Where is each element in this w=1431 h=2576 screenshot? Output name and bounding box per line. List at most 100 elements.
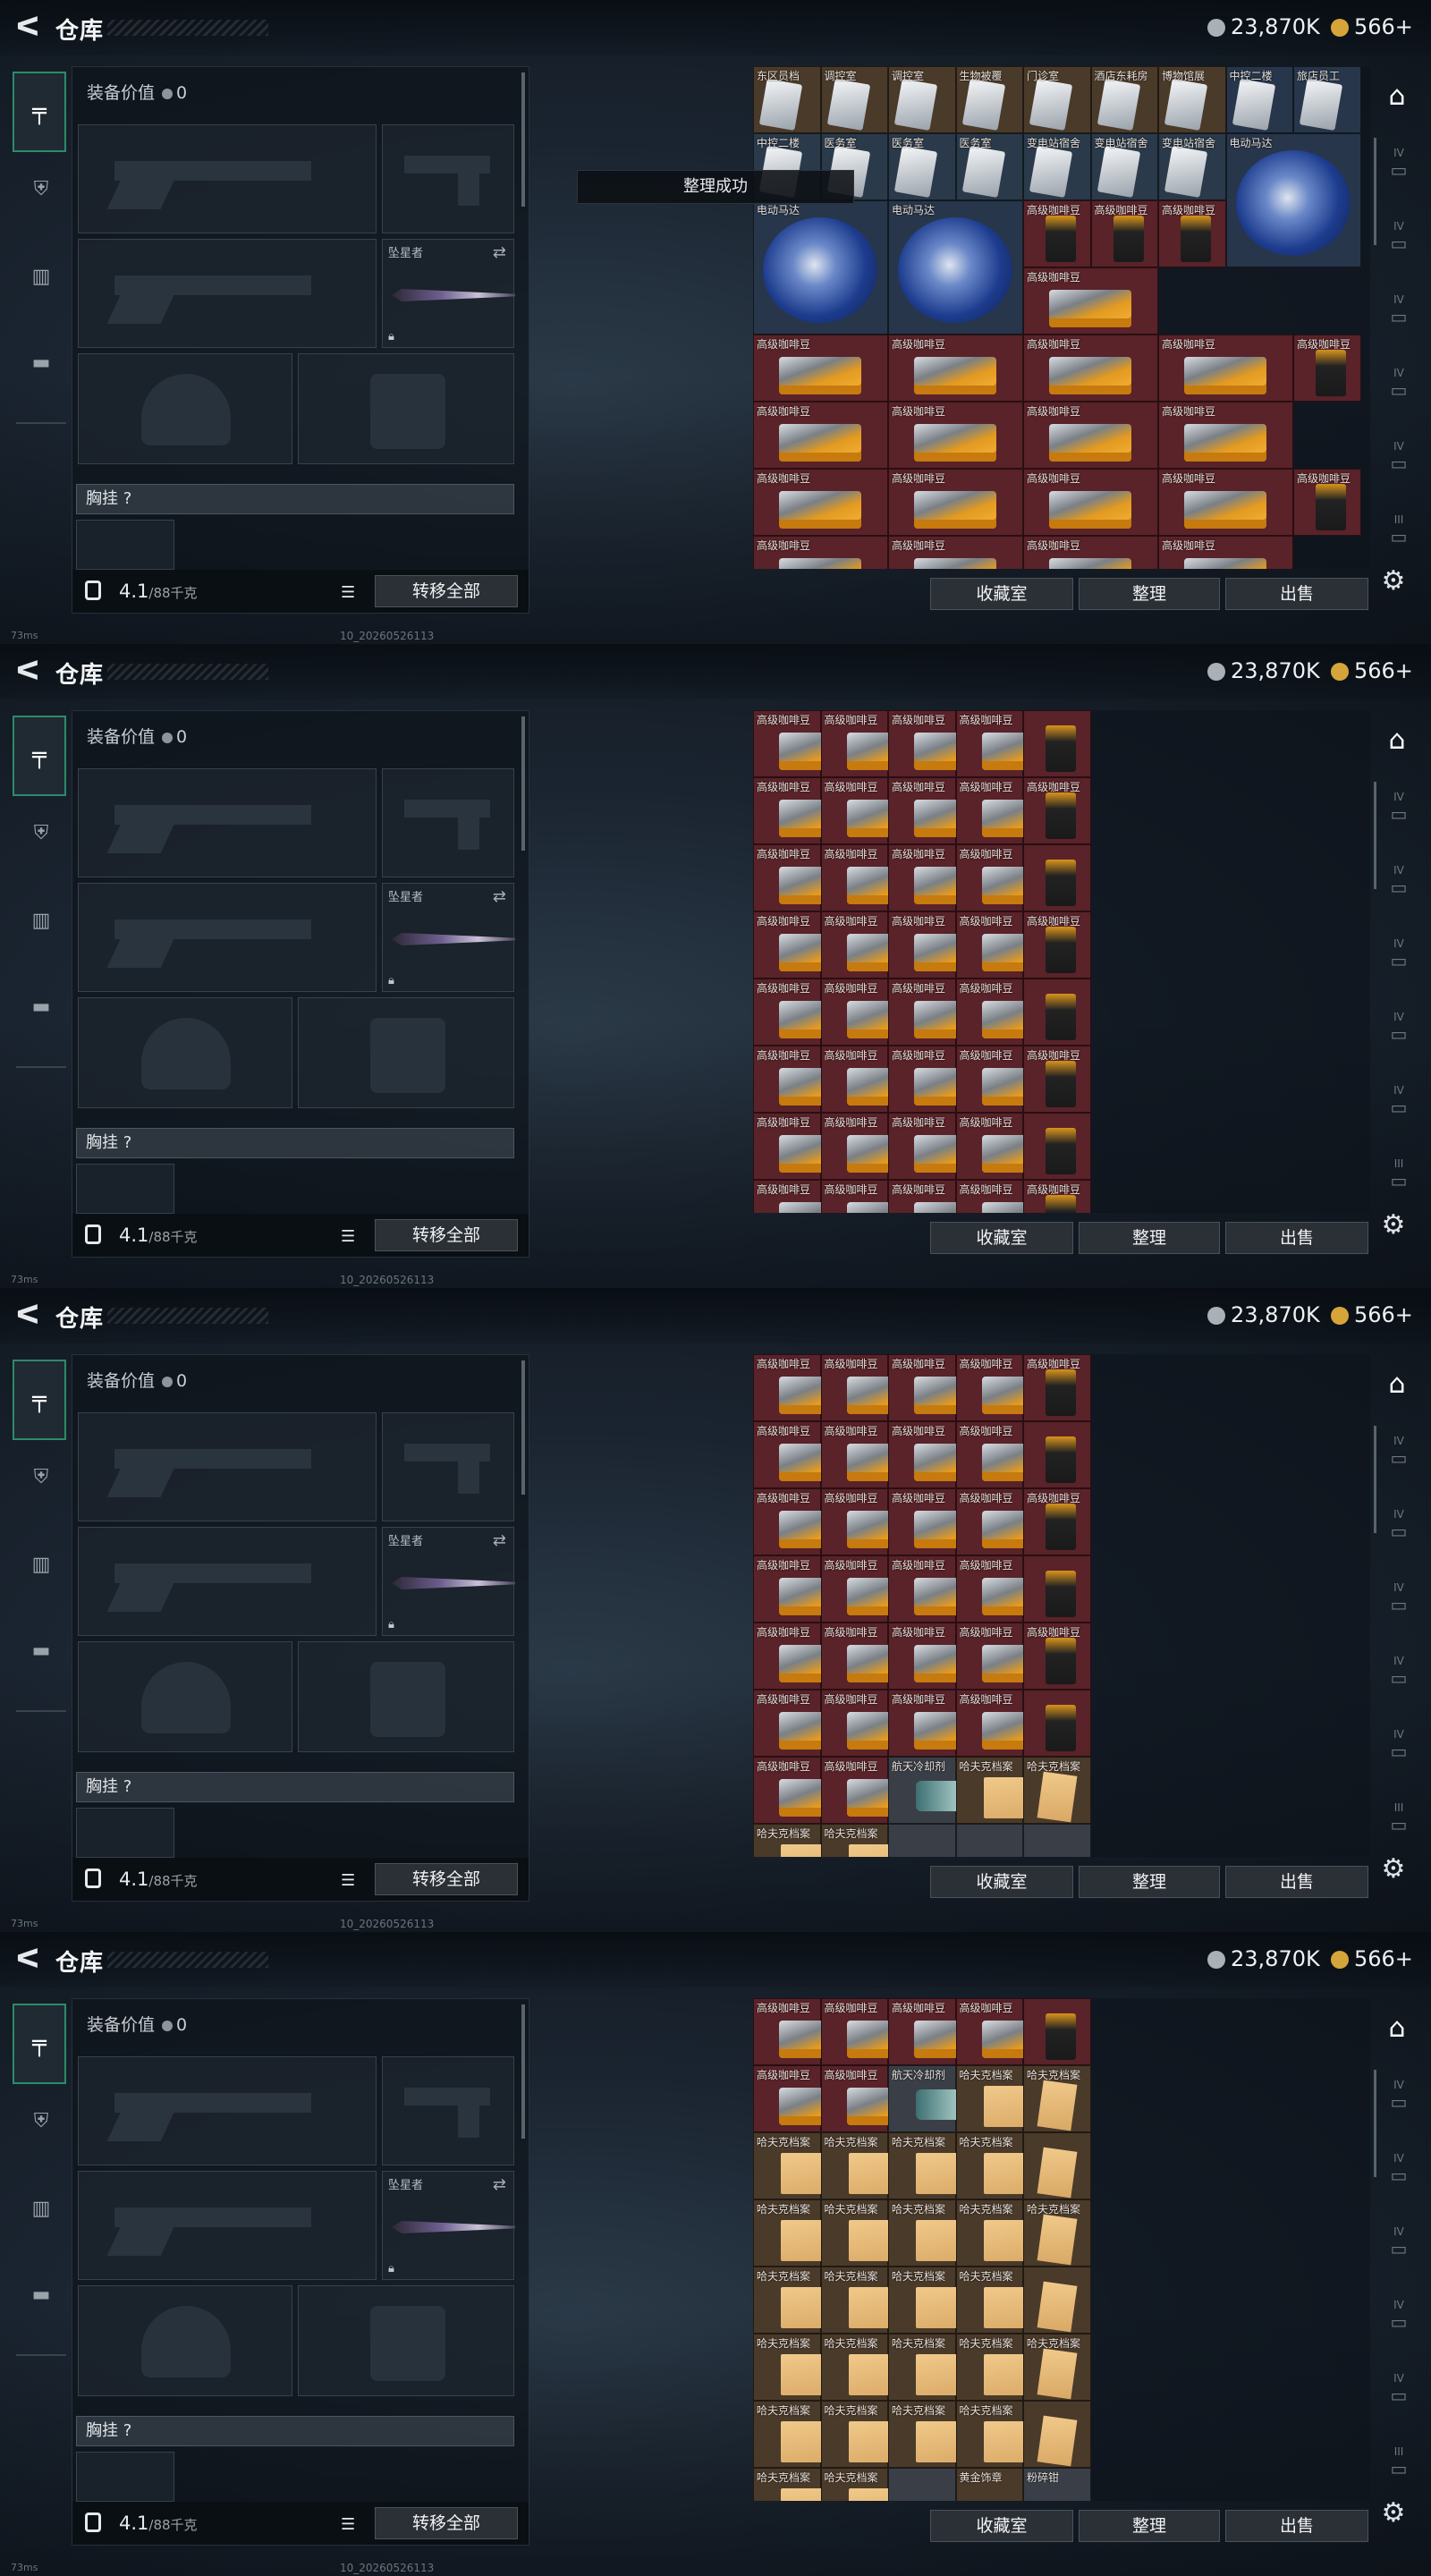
stash-item[interactable]: 高级咖啡豆 [753, 469, 888, 536]
stash-item[interactable]: 高级咖啡豆 [753, 1623, 861, 1690]
stash-item[interactable]: 高级咖啡豆 [955, 911, 1064, 979]
sidebar-container-tab[interactable]: III ▭ [1377, 1801, 1420, 1841]
stash-item[interactable]: 变电站宿舍 [1158, 133, 1226, 200]
stash-item[interactable]: 高级咖啡豆 [753, 1757, 861, 1824]
nav-vest-icon[interactable]: ▥ [18, 898, 64, 945]
sidebar-container-tab[interactable]: IV ▭ [1377, 1435, 1420, 1474]
help-icon[interactable]: ? [123, 489, 132, 508]
stash-item[interactable]: 酒店东耗房 [1090, 66, 1158, 133]
settings-gear-icon[interactable]: ⚙ [1377, 565, 1410, 597]
stash-item[interactable]: 高级咖啡豆 [888, 1623, 996, 1690]
stash-item[interactable]: 高级咖啡豆 [888, 979, 996, 1046]
stash-item[interactable]: 哈夫克档案 [820, 2468, 927, 2501]
collection-room-button[interactable]: 收藏室 [930, 2510, 1073, 2542]
secondary-weapon-slot[interactable] [78, 239, 377, 348]
sidebar-container-tab[interactable]: IV ▭ [1377, 1581, 1420, 1621]
settings-gear-icon[interactable]: ⚙ [1377, 1853, 1410, 1885]
stash-item[interactable]: 高级咖啡豆 [1158, 335, 1293, 402]
primary-weapon-slot[interactable] [78, 2056, 377, 2165]
stash-scrollbar[interactable] [1374, 1426, 1376, 1533]
chest-rig-header[interactable]: 胸挂 ? [76, 1128, 514, 1158]
melee-slot[interactable]: 坠星者 ⇄ 🔒︎ [382, 2171, 515, 2280]
stash-item[interactable]: 高级咖啡豆 [955, 1555, 1064, 1623]
stash-item[interactable]: 高级咖啡豆 [820, 1488, 929, 1555]
stash-item[interactable]: 高级咖啡豆 [955, 1046, 1064, 1113]
equipment-scrollbar[interactable] [521, 1360, 525, 1495]
stash-item[interactable]: 哈夫克档案 [955, 1757, 1063, 1824]
sell-button[interactable]: 出售 [1225, 1222, 1368, 1254]
stash-item[interactable]: 哈夫克档案 [888, 2199, 995, 2267]
chest-rig-header[interactable]: 胸挂 ? [76, 1772, 514, 1802]
swap-icon[interactable]: ⇄ [493, 2175, 506, 2194]
nav-armor-icon[interactable]: ⛨ [18, 166, 64, 213]
stash-item[interactable]: 高级咖啡豆 [753, 777, 861, 844]
stash-item[interactable]: 高级咖啡豆 [888, 844, 996, 911]
stash-item[interactable]: 电动马达 [1225, 133, 1361, 267]
chest-rig-slot[interactable] [76, 2452, 174, 2502]
stash-item[interactable]: 高级咖啡豆 [955, 1180, 1064, 1213]
stash-item[interactable]: 粉碎钳 [1023, 2468, 1091, 2501]
stash-item[interactable]: 哈夫克档案 [955, 2267, 1063, 2334]
back-arrow-icon[interactable]: ᐸ [13, 657, 43, 687]
nav-weapons-icon[interactable]: ╤ [13, 2004, 66, 2084]
gold-currency[interactable]: 566+ [1331, 1946, 1413, 1971]
stash-item[interactable]: 高级咖啡豆 [1023, 267, 1158, 335]
stash-item[interactable]: 高级咖啡豆 [753, 2065, 861, 2132]
chest-rig-slot[interactable] [76, 1164, 174, 1214]
stash-item[interactable]: 高级咖啡豆 [1158, 402, 1293, 469]
stash-item[interactable]: 医务室 [888, 133, 956, 200]
stash-item[interactable] [1023, 844, 1091, 911]
stash-item[interactable]: 高级咖啡豆 [888, 1180, 996, 1213]
stash-item[interactable]: 门诊室 [1023, 66, 1091, 133]
stash-item[interactable] [955, 1824, 1023, 1857]
stash-item[interactable]: 高级咖啡豆 [955, 1113, 1064, 1180]
stash-item[interactable]: 哈夫克档案 [955, 2199, 1063, 2267]
armor-slot[interactable] [298, 2285, 514, 2396]
primary-weapon-slot[interactable] [78, 124, 377, 233]
stash-item[interactable]: 高级咖啡豆 [955, 979, 1064, 1046]
nav-case-icon[interactable]: ▬ [18, 340, 64, 386]
sidebar-container-tab[interactable]: IV ▭ [1377, 1011, 1420, 1050]
back-arrow-icon[interactable]: ᐸ [13, 1945, 43, 1975]
stash-item[interactable]: 哈夫克档案 [1023, 2199, 1091, 2267]
stash-item[interactable] [888, 2468, 956, 2501]
gold-currency[interactable]: 566+ [1331, 1302, 1413, 1327]
stash-item[interactable]: 电动马达 [888, 200, 1023, 335]
stash-item[interactable]: 高级咖啡豆 [820, 1623, 929, 1690]
stash-item[interactable]: 高级咖啡豆 [1023, 402, 1158, 469]
stash-item[interactable]: 高级咖啡豆 [753, 1998, 861, 2065]
stash-item[interactable]: 高级咖啡豆 [820, 1421, 929, 1488]
equipment-scrollbar[interactable] [521, 72, 525, 207]
sidebar-container-tab[interactable]: IV ▭ [1377, 2079, 1420, 2118]
stash-item[interactable]: 高级咖啡豆 [1090, 200, 1158, 267]
stash-item[interactable]: 高级咖啡豆 [888, 911, 996, 979]
stash-scrollbar[interactable] [1374, 138, 1376, 245]
stash-item[interactable]: 哈夫克档案 [753, 2468, 859, 2501]
transfer-all-button[interactable]: 转移全部 [375, 1219, 518, 1251]
stash-item[interactable]: 高级咖啡豆 [955, 1690, 1064, 1757]
back-arrow-icon[interactable]: ᐸ [13, 13, 43, 43]
stash-item[interactable] [1023, 2132, 1091, 2199]
stash-item[interactable]: 哈夫克档案 [1023, 2334, 1091, 2401]
stash-item[interactable]: 高级咖啡豆 [820, 1998, 929, 2065]
stash-item[interactable]: 高级咖啡豆 [1023, 1180, 1091, 1213]
stash-item[interactable]: 高级咖啡豆 [888, 536, 1023, 569]
nav-armor-icon[interactable]: ⛨ [18, 1454, 64, 1501]
stash-item[interactable]: 高级咖啡豆 [1023, 1046, 1091, 1113]
list-icon[interactable]: ☰ [341, 1227, 355, 1246]
stash-item[interactable]: 高级咖啡豆 [1293, 335, 1361, 402]
stash-item[interactable]: 高级咖啡豆 [888, 710, 996, 777]
stash-item[interactable]: 航天冷却剂 [888, 1757, 996, 1824]
list-icon[interactable]: ☰ [341, 583, 355, 602]
stash-item[interactable]: 高级咖啡豆 [820, 1113, 929, 1180]
stash-item[interactable] [1023, 979, 1091, 1046]
stash-item[interactable]: 高级咖啡豆 [1023, 200, 1091, 267]
stash-item[interactable]: 高级咖啡豆 [820, 1354, 929, 1421]
stash-item[interactable]: 博物馆展 [1158, 66, 1226, 133]
stash-item[interactable]: 高级咖啡豆 [1023, 1354, 1091, 1421]
armor-slot[interactable] [298, 353, 514, 464]
stash-item[interactable] [1023, 1113, 1091, 1180]
stash-item[interactable]: 高级咖啡豆 [1158, 469, 1293, 536]
pistol-slot[interactable] [382, 2056, 514, 2165]
equipment-scrollbar[interactable] [521, 2004, 525, 2139]
